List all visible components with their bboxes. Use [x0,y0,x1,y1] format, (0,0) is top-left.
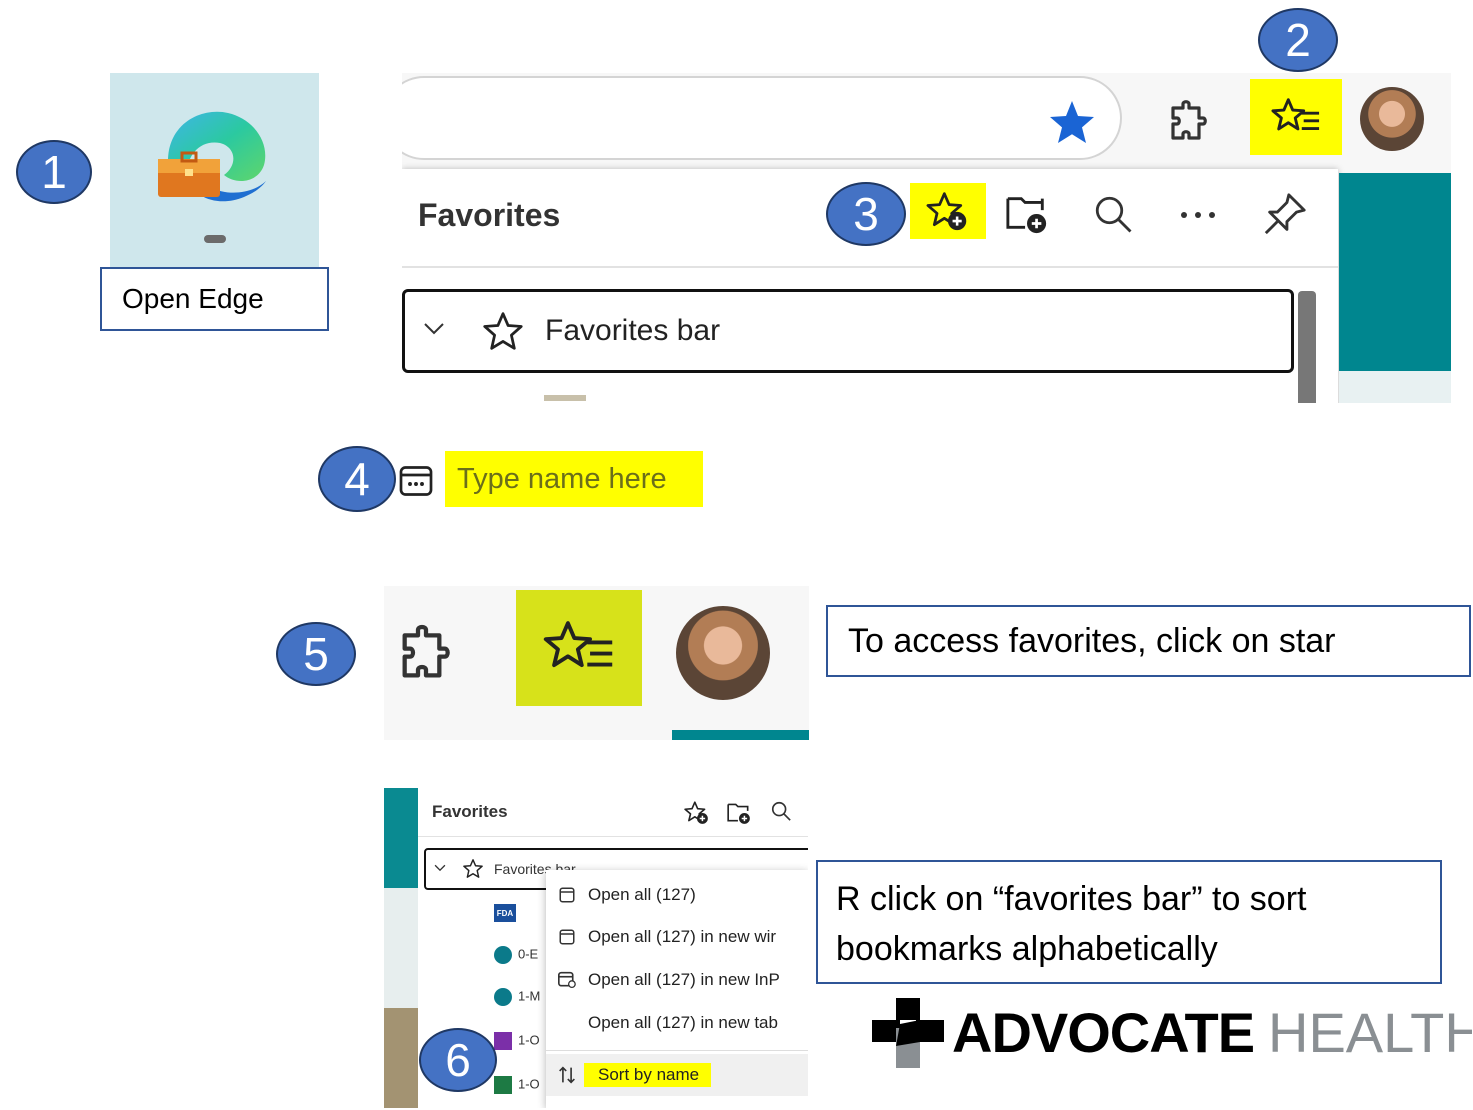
step-1-marker: 1 [16,140,92,204]
edge-icon [158,103,270,213]
access-favorites-caption: To access favorites, click on star [826,605,1471,677]
favorites-button[interactable] [1250,79,1342,155]
menu-divider [546,1050,808,1051]
advocate-health-logo: ADVOCATE HEALTH [872,998,1472,1068]
menu-item-open-all-new-window[interactable]: Open all (127) in new wir [546,916,808,958]
edge-tile[interactable] [110,73,319,268]
context-menu: Open all (127) Open all (127) in new wir… [546,870,808,1108]
panel-divider [418,836,808,837]
list-item[interactable]: 0-E [494,946,538,964]
sharepoint-icon [494,946,512,964]
pin-icon[interactable] [1262,191,1308,237]
favorites-list-icon [543,617,615,679]
scrollbar[interactable] [1298,291,1316,403]
logo-wordmark-light: HEALTH [1268,1001,1472,1064]
step-5-marker: 5 [276,622,356,686]
favorites-panel-title: Favorites [432,802,508,821]
browser-screenshot: Favorites Favorites bar [402,73,1451,403]
taskbar-indicator [204,235,226,243]
inprivate-icon [546,971,588,989]
onenote-icon [494,1032,512,1050]
window-icon [546,928,588,946]
address-bar[interactable] [402,76,1122,160]
list-item[interactable]: 1-M [494,988,540,1006]
step-6-marker: 6 [419,1028,497,1092]
star-outline-icon [481,310,525,352]
avatar[interactable] [676,606,770,700]
favorites-panel-title: Favorites [418,197,561,233]
search-icon[interactable] [1092,193,1134,235]
menu-item-sort-by-name[interactable]: Sort by name [546,1054,808,1096]
favorite-page-icon [398,463,434,499]
menu-item-open-all-inprivate[interactable]: Open all (127) in new InP [546,959,808,1001]
excel-icon [494,1076,512,1094]
list-item[interactable]: 1-O [494,1076,540,1094]
favorites-button[interactable] [516,590,642,706]
more-icon[interactable] [1178,209,1218,221]
add-favorite-icon[interactable] [684,800,710,825]
list-item-partial [544,395,586,401]
list-item[interactable]: 1-O [494,1032,540,1050]
chevron-down-icon[interactable] [423,322,445,336]
logo-wordmark-bold: ADVOCATE [952,1001,1255,1064]
search-icon[interactable] [770,800,792,822]
add-favorite-icon [926,190,970,232]
step-2-marker: 2 [1258,8,1338,72]
star-outline-icon [462,858,484,879]
extensions-icon[interactable] [394,622,458,686]
toolbar-zoom-screenshot [384,586,809,740]
add-favorite-button[interactable] [910,183,986,239]
sort-caption: R click on “favorites bar” to sort bookm… [816,860,1442,984]
favorite-name-field[interactable]: Type name here [445,451,703,507]
menu-item-open-all[interactable]: Open all (127) [546,874,808,916]
page-background [1339,173,1451,371]
chevron-down-icon[interactable] [434,864,446,872]
add-folder-icon[interactable] [726,800,752,825]
page-strip-photo [384,1008,418,1108]
page-background [672,730,809,740]
sharepoint-icon [494,988,512,1006]
extensions-icon[interactable] [1165,98,1213,146]
favorite-star-icon[interactable] [1048,99,1096,145]
page-strip-light [384,888,418,1008]
panel-divider [402,266,1338,268]
favorites-bar-label: Favorites bar [545,314,721,347]
page-background-light [1339,371,1451,403]
step-4-marker: 4 [318,446,396,512]
tab-icon [546,886,588,904]
step-3-marker: 3 [826,182,906,246]
open-edge-caption: Open Edge [100,267,329,331]
tree-item-fda[interactable]: FDA [494,904,516,922]
favorites-list-icon [1271,95,1321,139]
logo-cross-icon [872,998,944,1068]
avatar[interactable] [1360,87,1424,151]
add-folder-icon[interactable] [1004,191,1050,235]
menu-item-open-all-new-tab[interactable]: Open all (127) in new tab [546,1002,808,1044]
sort-icon [546,1066,588,1084]
favorites-bar-row[interactable]: Favorites bar [402,289,1294,373]
